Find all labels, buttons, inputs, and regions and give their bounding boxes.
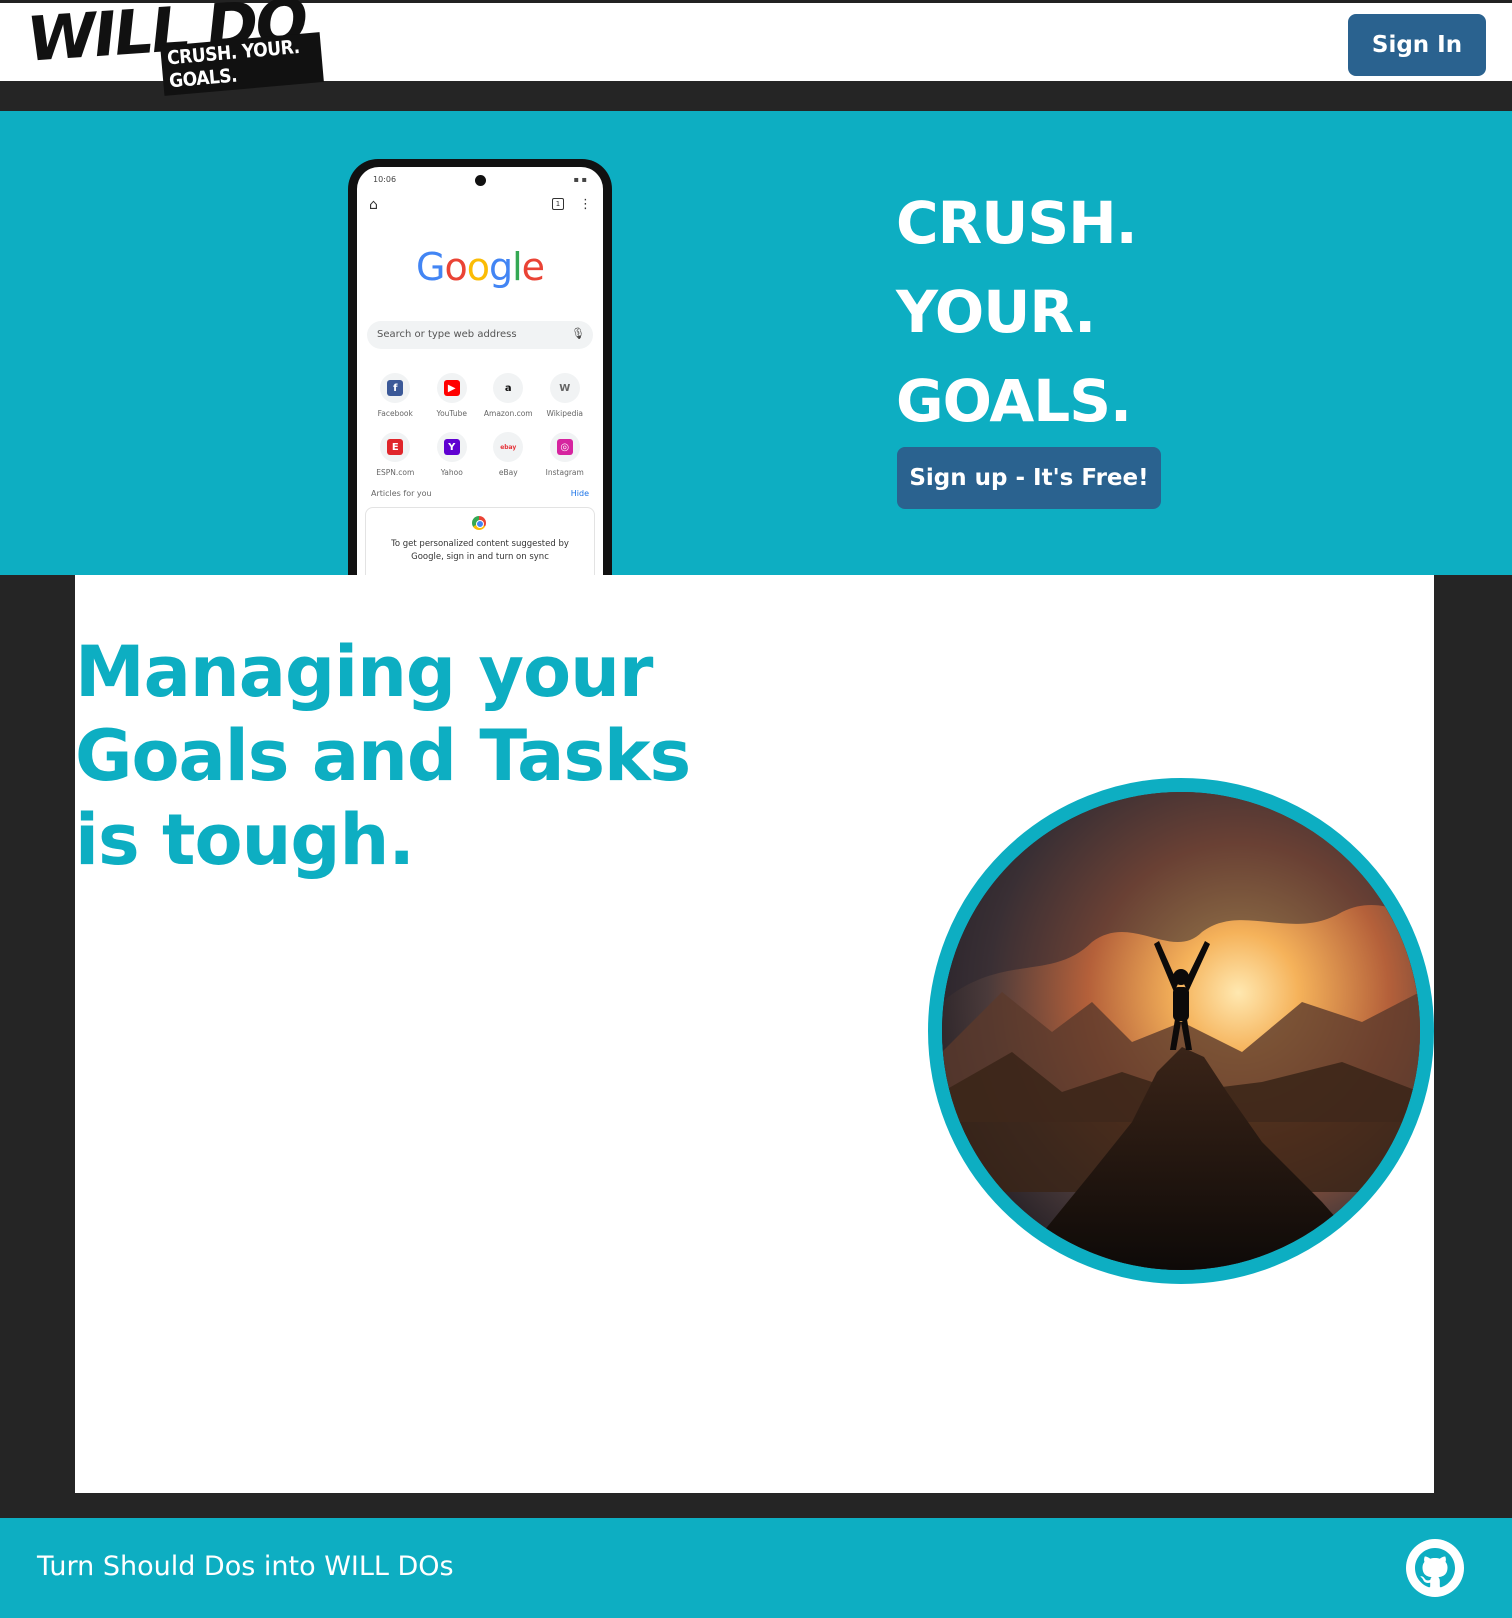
shortcut-label: ESPN.com — [376, 468, 415, 477]
shortcut-glyph: a — [504, 382, 512, 394]
shortcut-icon: a — [493, 373, 524, 403]
phone-screen: 10:06 ▪ ▪ ⌂ 1 ⋮ Google Search or type we… — [357, 167, 603, 575]
phone-shortcut: a Amazon.com — [480, 373, 537, 418]
phone-search-placeholder: Search or type web address — [377, 329, 517, 340]
articles-label: Articles for you — [371, 489, 432, 498]
phone-shortcut: f Facebook — [367, 373, 424, 418]
shortcut-glyph: Y — [443, 439, 460, 455]
shortcut-label: eBay — [498, 468, 518, 477]
sign-up-button[interactable]: Sign up - It's Free! — [897, 447, 1161, 509]
chrome-icon — [472, 516, 486, 530]
site-footer: Turn Should Dos into WILL DOs — [0, 1518, 1512, 1618]
hero-line-goals: GOALS. — [896, 367, 1132, 435]
hero-line-crush: CRUSH. — [896, 189, 1138, 257]
hide-link: Hide — [570, 489, 589, 498]
shortcut-label: Wikipedia — [546, 409, 584, 418]
phone-shortcut: E ESPN.com — [367, 432, 424, 477]
shortcut-icon: Y — [436, 432, 467, 462]
phone-shortcut: W Wikipedia — [537, 373, 594, 418]
shortcut-label: Facebook — [377, 409, 413, 418]
phone-search-box: Search or type web address 🎙 — [367, 321, 593, 349]
shortcut-icon: ◎ — [549, 432, 580, 462]
footer-tagline: Turn Should Dos into WILL DOs — [37, 1551, 454, 1582]
phone-shortcuts: f Facebook ▶ YouTube a Amazon.com W Wikipedia E E… — [367, 373, 593, 477]
shortcut-icon: W — [549, 373, 580, 403]
phone-shortcut: ▶ YouTube — [424, 373, 481, 418]
shortcut-label: YouTube — [436, 409, 468, 418]
shortcut-glyph: E — [387, 439, 404, 455]
phone-shortcut: Y Yahoo — [424, 432, 481, 477]
shortcut-glyph: ebay — [500, 443, 517, 451]
summit-illustration — [942, 792, 1420, 1270]
sign-in-button[interactable]: Sign In — [1348, 14, 1486, 76]
phone-shortcut: ebay eBay — [480, 432, 537, 477]
kebab-menu-icon: ⋮ — [579, 197, 592, 212]
shortcut-glyph: ◎ — [556, 439, 573, 455]
shortcut-icon: ebay — [493, 432, 524, 462]
site-header: WILL DO CRUSH. YOUR. GOALS. Sign In — [0, 0, 1512, 96]
summit-image — [928, 778, 1434, 1284]
camera-icon — [475, 175, 486, 186]
hero-line-your: YOUR. — [896, 278, 1096, 346]
shortcut-glyph: W — [559, 382, 571, 394]
sync-text: To get personalized content suggested by… — [391, 539, 569, 562]
shortcut-glyph: f — [387, 380, 404, 396]
shortcut-label: Yahoo — [440, 468, 463, 477]
tabs-icon: 1 — [552, 198, 564, 210]
github-icon[interactable] — [1405, 1538, 1465, 1598]
shortcut-icon: E — [380, 432, 411, 462]
phone-mockup: 10:06 ▪ ▪ ⌂ 1 ⋮ Google Search or type we… — [348, 159, 612, 575]
phone-shortcut: ◎ Instagram — [537, 432, 594, 477]
sync-card: To get personalized content suggested by… — [365, 507, 595, 575]
shortcut-label: Amazon.com — [483, 409, 533, 418]
shortcut-glyph: ▶ — [443, 380, 460, 396]
google-logo: Google — [415, 245, 545, 289]
shortcut-icon: f — [380, 373, 411, 403]
main-headline: Managing your Goals and Tasks is tough. — [75, 631, 691, 881]
main-content: Managing your Goals and Tasks is tough. — [75, 575, 1434, 1493]
phone-time: 10:06 — [373, 175, 397, 184]
articles-row: Articles for you Hide — [371, 489, 589, 498]
shortcut-icon: ▶ — [436, 373, 467, 403]
shortcut-label: Instagram — [545, 468, 584, 477]
battery-icon: ▪ ▪ — [573, 175, 587, 184]
home-icon: ⌂ — [369, 197, 378, 213]
microphone-icon: 🎙 — [571, 327, 585, 340]
hero-section: 10:06 ▪ ▪ ⌂ 1 ⋮ Google Search or type we… — [0, 111, 1512, 575]
will-do-logo[interactable]: WILL DO CRUSH. YOUR. GOALS. — [22, 0, 324, 96]
